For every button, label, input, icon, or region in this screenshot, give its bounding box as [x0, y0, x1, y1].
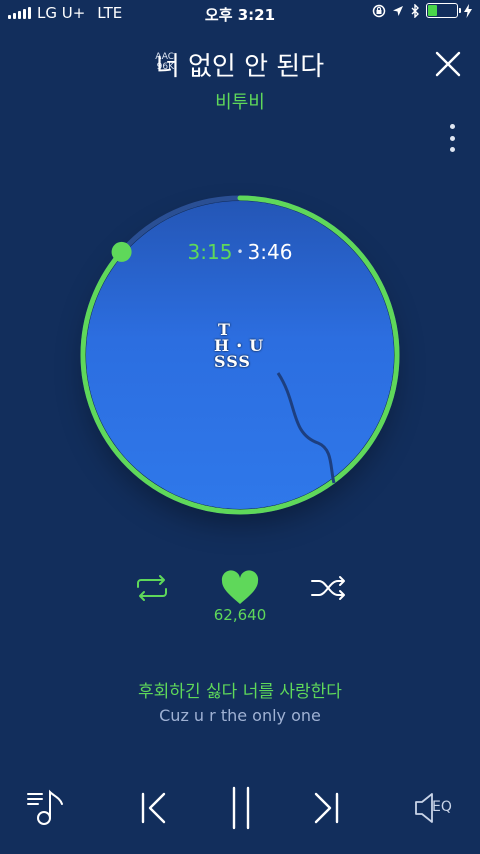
previous-icon[interactable] — [138, 786, 168, 830]
status-bar: LG U+ LTE 오후 3:21 — [0, 0, 480, 26]
total-time: 3:46 — [247, 240, 293, 264]
close-icon[interactable] — [434, 50, 462, 78]
pause-icon[interactable] — [226, 786, 256, 830]
like-count: 62,640 — [213, 606, 267, 624]
song-title: 너 없인 안 된다 — [155, 52, 325, 82]
lyric-current[interactable]: 후회하긴 싫다 너를 사랑한다 — [0, 677, 480, 702]
artist-name[interactable]: 비투비 — [0, 88, 480, 114]
heart-icon[interactable] — [220, 570, 260, 606]
time-separator: • — [236, 245, 244, 259]
control-row — [0, 570, 480, 610]
repeat-icon[interactable] — [134, 574, 170, 602]
bottom-controls: EQ — [0, 786, 480, 830]
lyric-next[interactable]: Cuz u r the only one — [0, 706, 480, 725]
cover-text-line: SSS — [214, 352, 251, 371]
cover-art-text: T H ꞏ U SSS — [214, 322, 274, 382]
bluetooth-icon — [411, 3, 419, 18]
next-icon[interactable] — [312, 786, 342, 830]
shuffle-icon[interactable] — [310, 574, 348, 602]
location-icon — [393, 5, 403, 16]
time-display: 3:15 • 3:46 — [0, 240, 480, 264]
rotation-lock-icon — [372, 4, 386, 17]
playlist-icon[interactable] — [24, 786, 66, 830]
more-vertical-icon[interactable] — [448, 124, 456, 152]
status-right — [372, 3, 472, 18]
eq-label: EQ — [432, 799, 452, 815]
charging-icon — [464, 3, 472, 18]
battery-icon — [426, 3, 461, 18]
eq-button[interactable]: EQ — [414, 786, 462, 830]
current-time: 3:15 — [187, 240, 233, 264]
